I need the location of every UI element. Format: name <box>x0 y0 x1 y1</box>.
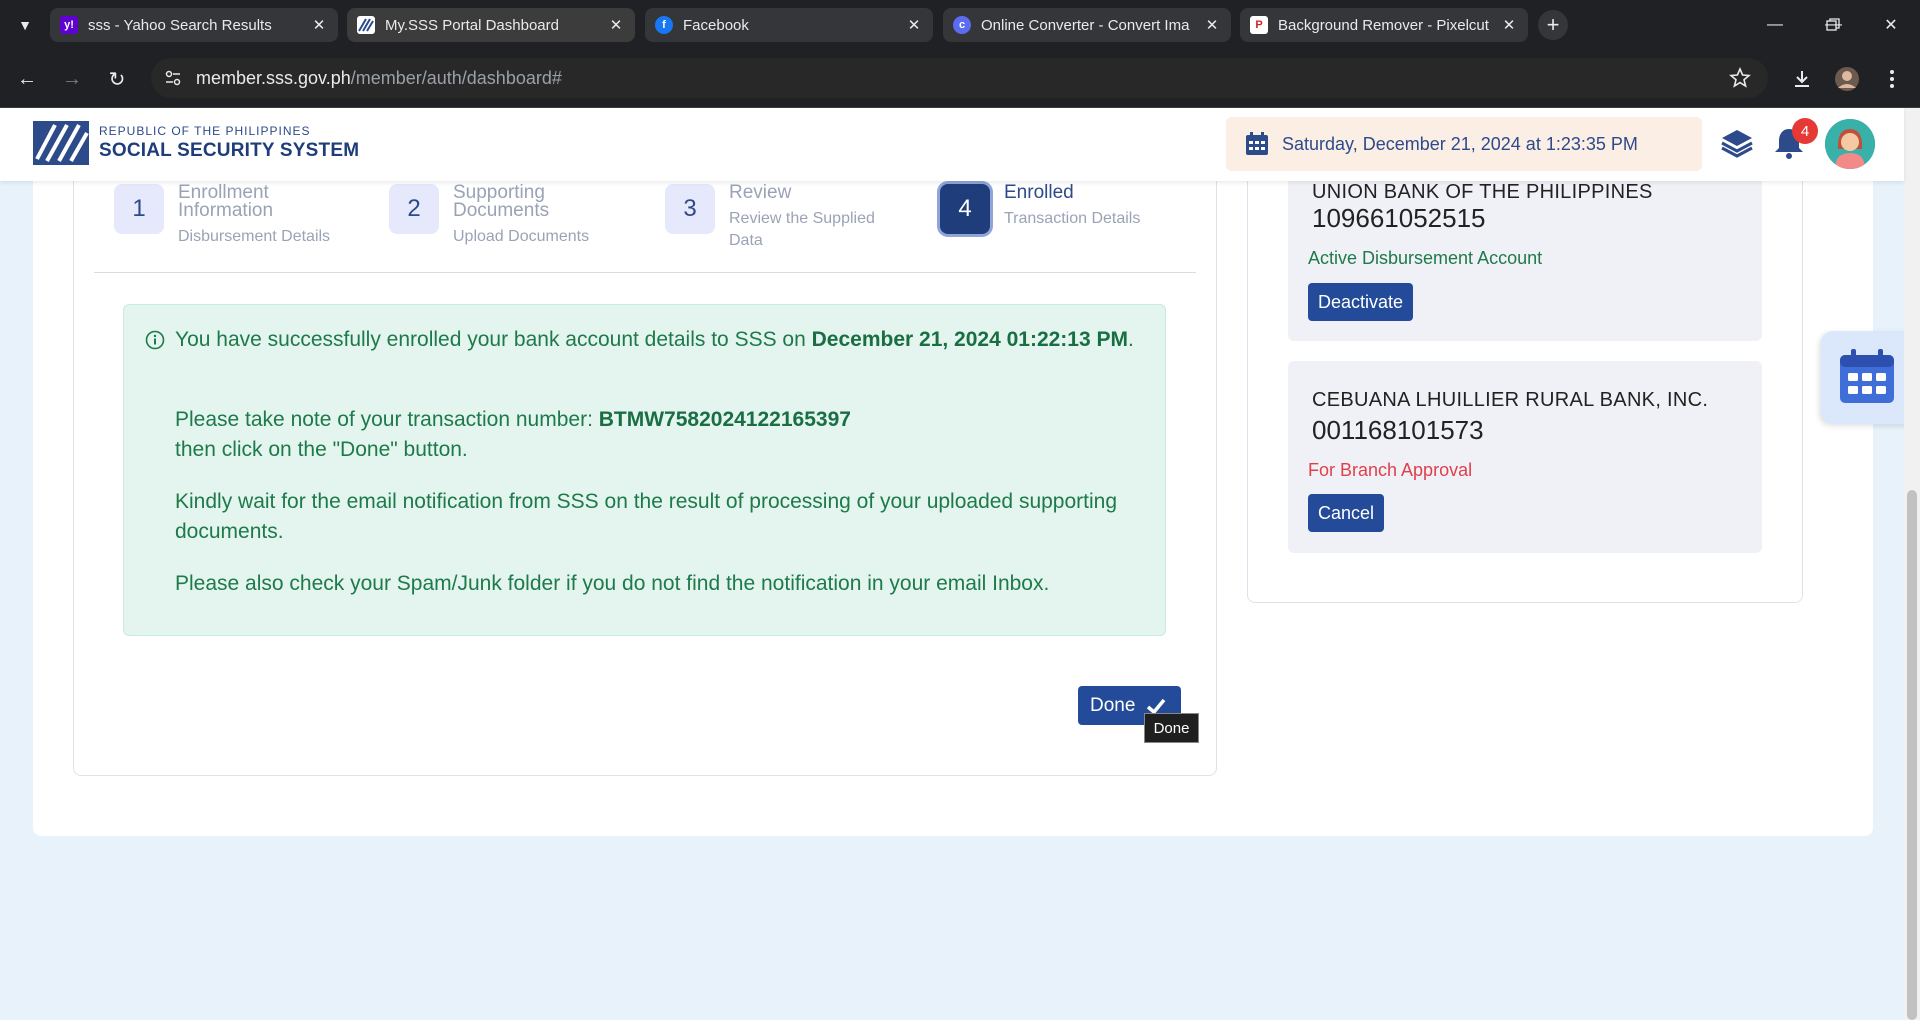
date-time-text: Saturday, December 21, 2024 at 1:23:35 P… <box>1282 133 1638 154</box>
close-window-icon[interactable]: ✕ <box>1876 10 1906 40</box>
new-tab-plus-icon[interactable]: + <box>1538 10 1568 40</box>
close-icon[interactable]: ✕ <box>905 16 923 34</box>
account-status: Active Disbursement Account <box>1308 248 1543 268</box>
browser-tab-bar: ▼ y! sss - Yahoo Search Results ✕ My.SSS… <box>0 0 1920 50</box>
tab-label: sss - Yahoo Search Results <box>88 16 272 34</box>
transaction-number: BTMW7582024122165397 <box>598 408 851 431</box>
close-icon[interactable]: ✕ <box>1500 16 1518 34</box>
address-bar[interactable]: member.sss.gov.ph/member/auth/dashboard# <box>151 58 1768 98</box>
account-status: For Branch Approval <box>1308 460 1473 480</box>
pixelcut-icon: P <box>1250 16 1268 34</box>
spam-note-text: Please also check your Spam/Junk folder … <box>175 572 1050 595</box>
bank-name: CEBUANA LHUILLIER RURAL BANK, INC. <box>1312 389 1709 411</box>
enrollment-confirmation-text: You have successfully enrolled your bank… <box>175 328 1134 351</box>
minimize-icon[interactable]: — <box>1760 10 1790 40</box>
step-title: Review <box>729 182 792 203</box>
more-menu-icon[interactable] <box>1877 64 1907 94</box>
tab-label: Background Remover - Pixelcut <box>1278 16 1489 34</box>
cancel-button[interactable]: Cancel <box>1308 494 1385 532</box>
bank-account-card: UNION BANK OF THE PHILIPPINES 1096610525… <box>1288 181 1762 341</box>
success-alert: You have successfully enrolled your bank… <box>123 304 1166 636</box>
calendar-icon <box>1246 132 1268 155</box>
profile-avatar-icon[interactable] <box>1832 64 1862 94</box>
step-number: 1 <box>114 184 164 234</box>
tab-sss-dashboard[interactable]: My.SSS Portal Dashboard ✕ <box>347 8 635 42</box>
sss-icon <box>357 16 375 34</box>
date-time-display: Saturday, December 21, 2024 at 1:23:35 P… <box>1226 117 1702 171</box>
tab-facebook[interactable]: f Facebook ✕ <box>645 8 933 42</box>
tab-yahoo[interactable]: y! sss - Yahoo Search Results ✕ <box>50 8 338 42</box>
step-subtitle: Review the Supplied Data <box>729 210 875 249</box>
done-button-label: Done <box>1090 694 1136 716</box>
tab-label: Facebook <box>683 16 749 34</box>
transaction-note-text: Please take note of your transaction num… <box>175 408 851 461</box>
step-subtitle: Upload Documents <box>453 228 590 245</box>
scrollbar-thumb[interactable] <box>1907 490 1917 1020</box>
enrollment-date: December 21, 2024 01:22:13 PM <box>811 328 1128 351</box>
divider <box>94 272 1196 273</box>
restore-icon[interactable] <box>1818 10 1848 40</box>
bank-account-card: CEBUANA LHUILLIER RURAL BANK, INC. 00116… <box>1288 361 1762 553</box>
email-wait-text: Kindly wait for the email notification f… <box>175 490 1118 543</box>
back-arrow-icon[interactable]: ← <box>12 64 42 94</box>
forward-arrow-icon[interactable]: → <box>57 64 87 94</box>
logo-subtitle: REPUBLIC OF THE PHILIPPINES <box>99 124 311 138</box>
step-title: Supporting Documents <box>453 182 550 221</box>
download-icon[interactable] <box>1787 64 1817 94</box>
account-number: 109661052515 <box>1312 203 1486 233</box>
notification-count-badge: 4 <box>1792 118 1818 144</box>
converter-icon: c <box>953 16 971 34</box>
done-tooltip: Done <box>1144 713 1199 743</box>
tab-label: Online Converter - Convert Ima <box>981 16 1190 34</box>
site-info-icon[interactable] <box>163 68 183 88</box>
step-number: 2 <box>389 184 439 234</box>
step-subtitle: Transaction Details <box>1004 210 1141 227</box>
step-title: Enrolled <box>1004 182 1074 203</box>
layers-icon[interactable] <box>1718 124 1756 162</box>
tab-search-chevron-icon[interactable]: ▼ <box>12 12 38 38</box>
step-number: 3 <box>665 184 715 234</box>
browser-toolbar: ← → ↻ member.sss.gov.ph/member/auth/dash… <box>0 50 1920 108</box>
bank-name: UNION BANK OF THE PHILIPPINES <box>1312 181 1653 203</box>
tab-pixelcut[interactable]: P Background Remover - Pixelcut ✕ <box>1240 8 1528 42</box>
step-number: 4 <box>940 184 990 234</box>
reload-icon[interactable]: ↻ <box>102 64 132 94</box>
close-icon[interactable]: ✕ <box>607 16 625 34</box>
tab-label: My.SSS Portal Dashboard <box>385 16 559 34</box>
logo-title: SOCIAL SECURITY SYSTEM <box>99 140 360 161</box>
close-icon[interactable]: ✕ <box>1203 16 1221 34</box>
info-icon <box>145 330 165 350</box>
close-icon[interactable]: ✕ <box>310 16 328 34</box>
step-title: Enrollment Information <box>178 182 274 221</box>
url-host: member.sss.gov.ph <box>196 68 351 88</box>
site-header: REPUBLIC OF THE PHILIPPINES SOCIAL SECUR… <box>0 108 1904 181</box>
bookmark-star-icon[interactable] <box>1728 66 1752 90</box>
url-text: member.sss.gov.ph/member/auth/dashboard# <box>196 68 562 89</box>
facebook-icon: f <box>655 16 673 34</box>
tab-online-converter[interactable]: c Online Converter - Convert Ima ✕ <box>943 8 1231 42</box>
user-avatar[interactable] <box>1825 119 1875 169</box>
yahoo-icon: y! <box>60 16 78 34</box>
deactivate-button[interactable]: Deactivate <box>1308 283 1414 321</box>
sss-logo[interactable] <box>33 121 89 165</box>
url-path: /member/auth/dashboard# <box>350 68 562 88</box>
window-controls: — ✕ <box>1760 0 1920 50</box>
step-subtitle: Disbursement Details <box>178 228 331 245</box>
account-number: 001168101573 <box>1312 415 1484 445</box>
calendar-icon <box>1840 349 1894 403</box>
